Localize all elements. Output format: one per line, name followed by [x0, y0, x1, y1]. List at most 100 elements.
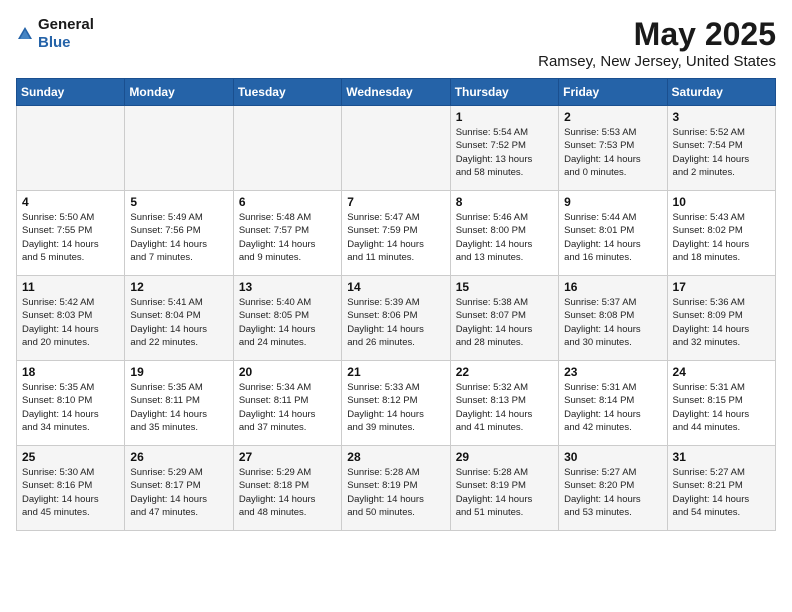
day-info: Sunrise: 5:40 AM Sunset: 8:05 PM Dayligh…	[239, 296, 336, 349]
weekday-header: Tuesday	[233, 79, 341, 106]
logo-icon	[16, 25, 34, 43]
day-number: 20	[239, 365, 336, 379]
day-info: Sunrise: 5:46 AM Sunset: 8:00 PM Dayligh…	[456, 211, 553, 264]
day-number: 28	[347, 450, 444, 464]
calendar-cell	[125, 106, 233, 191]
day-number: 22	[456, 365, 553, 379]
page-header: General Blue May 2025 Ramsey, New Jersey…	[16, 16, 776, 70]
day-info: Sunrise: 5:29 AM Sunset: 8:17 PM Dayligh…	[130, 466, 227, 519]
day-number: 1	[456, 110, 553, 124]
day-number: 27	[239, 450, 336, 464]
day-info: Sunrise: 5:30 AM Sunset: 8:16 PM Dayligh…	[22, 466, 119, 519]
day-info: Sunrise: 5:47 AM Sunset: 7:59 PM Dayligh…	[347, 211, 444, 264]
calendar-cell: 2Sunrise: 5:53 AM Sunset: 7:53 PM Daylig…	[559, 106, 667, 191]
day-info: Sunrise: 5:27 AM Sunset: 8:21 PM Dayligh…	[673, 466, 770, 519]
calendar-week-row: 1 Sunrise: 5:54 AM Sunset: 7:52 PM Daylig…	[17, 106, 776, 191]
day-number: 23	[564, 365, 661, 379]
day-info: Sunrise: 5:54 AM Sunset: 7:52 PM Dayligh…	[456, 126, 553, 179]
calendar-cell: 27Sunrise: 5:29 AM Sunset: 8:18 PM Dayli…	[233, 446, 341, 531]
weekday-header: Thursday	[450, 79, 558, 106]
calendar-cell: 13 Sunrise: 5:40 AM Sunset: 8:05 PM Dayli…	[233, 276, 341, 361]
calendar-cell: 25 Sunrise: 5:30 AM Sunset: 8:16 PM Dayli…	[17, 446, 125, 531]
weekday-header: Wednesday	[342, 79, 450, 106]
day-info: Sunrise: 5:48 AM Sunset: 7:57 PM Dayligh…	[239, 211, 336, 264]
calendar-cell: 18 Sunrise: 5:35 AM Sunset: 8:10 PM Dayli…	[17, 361, 125, 446]
calendar-cell: 28Sunrise: 5:28 AM Sunset: 8:19 PM Dayli…	[342, 446, 450, 531]
day-info: Sunrise: 5:50 AM Sunset: 7:55 PM Dayligh…	[22, 211, 119, 264]
day-number: 8	[456, 195, 553, 209]
calendar-cell: 20 Sunrise: 5:34 AM Sunset: 8:11 PM Dayli…	[233, 361, 341, 446]
calendar-cell: 8 Sunrise: 5:46 AM Sunset: 8:00 PM Daylig…	[450, 191, 558, 276]
calendar-cell: 23 Sunrise: 5:31 AM Sunset: 8:14 PM Dayli…	[559, 361, 667, 446]
calendar-cell: 30 Sunrise: 5:27 AM Sunset: 8:20 PM Dayli…	[559, 446, 667, 531]
calendar-cell: 16 Sunrise: 5:37 AM Sunset: 8:08 PM Dayli…	[559, 276, 667, 361]
day-number: 19	[130, 365, 227, 379]
day-number: 4	[22, 195, 119, 209]
day-number: 3	[673, 110, 770, 124]
calendar-cell: 12 Sunrise: 5:41 AM Sunset: 8:04 PM Dayli…	[125, 276, 233, 361]
day-info: Sunrise: 5:28 AM Sunset: 8:19 PM Dayligh…	[456, 466, 553, 519]
calendar-week-row: 18 Sunrise: 5:35 AM Sunset: 8:10 PM Dayli…	[17, 361, 776, 446]
day-number: 12	[130, 280, 227, 294]
logo-text: General Blue	[38, 16, 94, 52]
day-info: Sunrise: 5:38 AM Sunset: 8:07 PM Dayligh…	[456, 296, 553, 349]
calendar-cell: 29 Sunrise: 5:28 AM Sunset: 8:19 PM Dayli…	[450, 446, 558, 531]
day-info: Sunrise: 5:35 AM Sunset: 8:11 PM Dayligh…	[130, 381, 227, 434]
day-number: 11	[22, 280, 119, 294]
day-info: Sunrise: 5:43 AM Sunset: 8:02 PM Dayligh…	[673, 211, 770, 264]
day-number: 14	[347, 280, 444, 294]
calendar-cell: 22 Sunrise: 5:32 AM Sunset: 8:13 PM Dayli…	[450, 361, 558, 446]
calendar-cell: 17Sunrise: 5:36 AM Sunset: 8:09 PM Dayli…	[667, 276, 775, 361]
title-block: May 2025 Ramsey, New Jersey, United Stat…	[538, 16, 776, 70]
day-info: Sunrise: 5:31 AM Sunset: 8:14 PM Dayligh…	[564, 381, 661, 434]
weekday-header: Saturday	[667, 79, 775, 106]
calendar-table: SundayMondayTuesdayWednesdayThursdayFrid…	[16, 78, 776, 531]
weekday-header: Friday	[559, 79, 667, 106]
day-info: Sunrise: 5:39 AM Sunset: 8:06 PM Dayligh…	[347, 296, 444, 349]
day-number: 18	[22, 365, 119, 379]
day-info: Sunrise: 5:33 AM Sunset: 8:12 PM Dayligh…	[347, 381, 444, 434]
day-number: 21	[347, 365, 444, 379]
calendar-week-row: 25 Sunrise: 5:30 AM Sunset: 8:16 PM Dayli…	[17, 446, 776, 531]
day-info: Sunrise: 5:27 AM Sunset: 8:20 PM Dayligh…	[564, 466, 661, 519]
calendar-cell: 19 Sunrise: 5:35 AM Sunset: 8:11 PM Dayli…	[125, 361, 233, 446]
calendar-cell: 9Sunrise: 5:44 AM Sunset: 8:01 PM Daylig…	[559, 191, 667, 276]
calendar-cell: 5 Sunrise: 5:49 AM Sunset: 7:56 PM Daylig…	[125, 191, 233, 276]
calendar-week-row: 11 Sunrise: 5:42 AM Sunset: 8:03 PM Dayli…	[17, 276, 776, 361]
day-info: Sunrise: 5:34 AM Sunset: 8:11 PM Dayligh…	[239, 381, 336, 434]
day-info: Sunrise: 5:32 AM Sunset: 8:13 PM Dayligh…	[456, 381, 553, 434]
day-number: 25	[22, 450, 119, 464]
logo-general: General	[38, 16, 94, 33]
calendar-cell: 11 Sunrise: 5:42 AM Sunset: 8:03 PM Dayli…	[17, 276, 125, 361]
day-number: 13	[239, 280, 336, 294]
day-info: Sunrise: 5:49 AM Sunset: 7:56 PM Dayligh…	[130, 211, 227, 264]
day-number: 5	[130, 195, 227, 209]
day-info: Sunrise: 5:37 AM Sunset: 8:08 PM Dayligh…	[564, 296, 661, 349]
day-number: 26	[130, 450, 227, 464]
calendar-cell: 14 Sunrise: 5:39 AM Sunset: 8:06 PM Dayli…	[342, 276, 450, 361]
calendar-cell: 26 Sunrise: 5:29 AM Sunset: 8:17 PM Dayli…	[125, 446, 233, 531]
day-number: 31	[673, 450, 770, 464]
calendar-cell: 15Sunrise: 5:38 AM Sunset: 8:07 PM Dayli…	[450, 276, 558, 361]
logo-blue: Blue	[38, 34, 71, 51]
calendar-week-row: 4 Sunrise: 5:50 AM Sunset: 7:55 PM Daylig…	[17, 191, 776, 276]
logo: General Blue	[16, 16, 94, 52]
calendar-cell	[17, 106, 125, 191]
weekday-header: Sunday	[17, 79, 125, 106]
calendar-cell	[342, 106, 450, 191]
day-number: 9	[564, 195, 661, 209]
day-number: 16	[564, 280, 661, 294]
day-number: 10	[673, 195, 770, 209]
day-number: 6	[239, 195, 336, 209]
weekday-header-row: SundayMondayTuesdayWednesdayThursdayFrid…	[17, 79, 776, 106]
day-number: 29	[456, 450, 553, 464]
day-number: 2	[564, 110, 661, 124]
day-number: 30	[564, 450, 661, 464]
day-number: 24	[673, 365, 770, 379]
calendar-cell: 21 Sunrise: 5:33 AM Sunset: 8:12 PM Dayli…	[342, 361, 450, 446]
day-info: Sunrise: 5:42 AM Sunset: 8:03 PM Dayligh…	[22, 296, 119, 349]
calendar-cell: 4 Sunrise: 5:50 AM Sunset: 7:55 PM Daylig…	[17, 191, 125, 276]
day-info: Sunrise: 5:35 AM Sunset: 8:10 PM Dayligh…	[22, 381, 119, 434]
calendar-cell: 3Sunrise: 5:52 AM Sunset: 7:54 PM Daylig…	[667, 106, 775, 191]
day-info: Sunrise: 5:41 AM Sunset: 8:04 PM Dayligh…	[130, 296, 227, 349]
